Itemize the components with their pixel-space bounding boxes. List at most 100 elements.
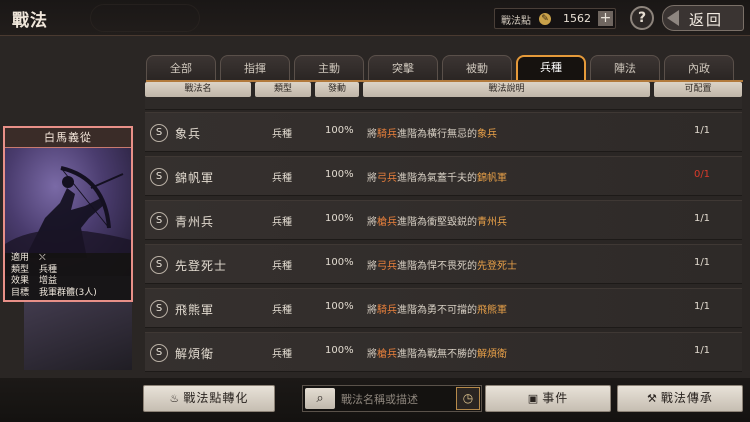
column-header-description: 戰法說明 [363, 82, 650, 97]
tactic-row[interactable]: S 先登死士 兵種 100% 將弓兵進階為悍不畏死的先登死士 1/1 [145, 244, 742, 284]
tab-troop-type[interactable]: 兵種 [516, 55, 586, 81]
desc-target: 解煩衛 [477, 349, 507, 360]
tactic-points-label: 戰法點 [501, 16, 531, 27]
tab-command[interactable]: 指揮 [220, 55, 290, 81]
desc-middle: 進階為悍不畏死的 [397, 261, 477, 272]
clock-icon[interactable]: ◷ [456, 387, 480, 410]
tab-active[interactable]: 主動 [294, 55, 364, 81]
column-header-configurable: 可配置 [654, 82, 742, 97]
desc-unit: 槍兵 [377, 217, 397, 228]
tab-passive[interactable]: 被動 [442, 55, 512, 81]
top-bar: 戰法 戰法點 ✎ 1562 + ? 返回 [0, 0, 750, 36]
tab-formation[interactable]: 陣法 [590, 55, 660, 81]
desc-target: 先登死士 [477, 261, 517, 272]
column-header-name: 戰法名 [145, 82, 251, 97]
desc-prefix: 將 [367, 305, 377, 316]
partial-row [145, 97, 742, 110]
convert-points-button[interactable]: ♨ 戰法點轉化 [143, 385, 275, 412]
desc-unit: 騎兵 [377, 305, 397, 316]
tactic-rate: 100% [325, 213, 354, 224]
events-button[interactable]: ▣ 事件 [485, 385, 611, 412]
tactic-points-value: 1562 [563, 12, 591, 25]
tactic-rate: 100% [325, 125, 354, 136]
tactic-name: 解煩衛 [175, 347, 215, 361]
card-info-applies: 適用 ⛌ [11, 253, 46, 263]
tactic-configurable: 1/1 [693, 345, 711, 356]
grade-s-badge: S [150, 344, 168, 362]
magnifier-icon[interactable]: ⌕ [305, 388, 335, 409]
add-points-button[interactable]: + [598, 11, 613, 26]
tactic-type: 兵種 [272, 217, 292, 228]
desc-target: 飛熊軍 [477, 305, 507, 316]
tactic-name: 象兵 [175, 127, 202, 141]
card-info-type: 類型 兵種 [11, 264, 58, 275]
desc-unit: 騎兵 [377, 129, 397, 140]
desc-unit: 槍兵 [377, 349, 397, 360]
tactic-row[interactable]: S 飛熊軍 兵種 100% 將騎兵進階為勇不可擋的飛熊軍 1/1 [145, 288, 742, 328]
grade-s-badge: S [150, 256, 168, 274]
grade-s-badge: S [150, 300, 168, 318]
tactic-type: 兵種 [272, 349, 292, 360]
tactic-description: 將槍兵進階為衝堅毀鋭的青州兵 [367, 213, 507, 228]
tactic-configurable: 1/1 [693, 125, 711, 136]
category-tabs: 全部 指揮 主動 突擊 被動 兵種 陣法 內政 [146, 55, 743, 81]
card-art-overflow [24, 290, 132, 370]
title-ornament [90, 4, 200, 32]
desc-prefix: 將 [367, 217, 377, 228]
desc-prefix: 將 [367, 129, 377, 140]
events-label: 事件 [542, 391, 569, 405]
tactic-type: 兵種 [272, 129, 292, 140]
column-header-type: 類型 [255, 82, 311, 97]
desc-prefix: 將 [367, 261, 377, 272]
book-icon: ▣ [527, 392, 540, 405]
desc-target: 錦帆軍 [477, 173, 507, 184]
back-button[interactable]: 返回 [662, 5, 744, 31]
tactic-rate: 100% [325, 169, 354, 180]
tactic-description: 將弓兵進階為悍不畏死的先登死士 [367, 257, 517, 272]
tactic-row[interactable]: S 錦帆軍 兵種 100% 將弓兵進階為氣蓋千夫的錦帆軍 0/1 [145, 156, 742, 196]
tactic-name: 青州兵 [175, 215, 215, 229]
tactic-row[interactable]: S 解煩衛 兵種 100% 將槍兵進階為戰無不勝的解煩衛 1/1 [145, 332, 742, 372]
tab-assault[interactable]: 突擊 [368, 55, 438, 81]
desc-middle: 進階為戰無不勝的 [397, 349, 477, 360]
tactic-configurable: 1/1 [693, 213, 711, 224]
tactic-row[interactable]: S 青州兵 兵種 100% 將槍兵進階為衝堅毀鋭的青州兵 1/1 [145, 200, 742, 240]
page-title: 戰法 [12, 11, 48, 31]
flame-icon: ♨ [169, 392, 181, 405]
tactic-configurable: 0/1 [693, 169, 711, 180]
grade-s-badge: S [150, 212, 168, 230]
tab-internal-affairs[interactable]: 內政 [664, 55, 734, 81]
tactic-rate: 100% [325, 345, 354, 356]
tactic-points-display: 戰法點 ✎ 1562 + [494, 8, 616, 29]
column-header-rate: 發動 [315, 82, 359, 97]
convert-points-label: 戰法點轉化 [183, 391, 249, 405]
grade-s-badge: S [150, 124, 168, 142]
hammer-icon: ⚒ [647, 392, 658, 405]
search-input[interactable] [341, 389, 453, 409]
desc-target: 象兵 [477, 129, 497, 140]
tactic-inherit-button[interactable]: ⚒ 戰法傳承 [617, 385, 743, 412]
tactic-name: 飛熊軍 [175, 303, 215, 317]
desc-unit: 弓兵 [377, 173, 397, 184]
tactic-row[interactable]: S 象兵 兵種 100% 將騎兵進階為橫行無忌的象兵 1/1 [145, 112, 742, 152]
tactic-description: 將弓兵進階為氣蓋千夫的錦帆軍 [367, 169, 507, 184]
tactic-name: 先登死士 [175, 259, 228, 273]
search-box: ⌕ ◷ [302, 385, 482, 412]
tactic-card[interactable]: 白馬義從 適用 ⛌ 類型 兵種 效果 增益 目標 我軍群體(3人) [3, 126, 133, 302]
tactic-description: 將騎兵進階為橫行無忌的象兵 [367, 125, 497, 140]
desc-middle: 進階為勇不可擋的 [397, 305, 477, 316]
tactic-type: 兵種 [272, 261, 292, 272]
help-button[interactable]: ? [630, 6, 654, 30]
desc-middle: 進階為氣蓋千夫的 [397, 173, 477, 184]
back-arrow-icon [667, 10, 679, 26]
card-name-bar: 白馬義從 [5, 128, 131, 148]
desc-middle: 進階為橫行無忌的 [397, 129, 477, 140]
desc-target: 青州兵 [477, 217, 507, 228]
tactic-name: 錦帆軍 [175, 171, 215, 185]
tactic-rate: 100% [325, 257, 354, 268]
coin-icon: ✎ [539, 13, 551, 25]
card-info-panel: 適用 ⛌ 類型 兵種 效果 增益 目標 我軍群體(3人) [5, 253, 131, 300]
desc-prefix: 將 [367, 349, 377, 360]
tab-all[interactable]: 全部 [146, 55, 216, 81]
back-label: 返回 [689, 11, 724, 29]
